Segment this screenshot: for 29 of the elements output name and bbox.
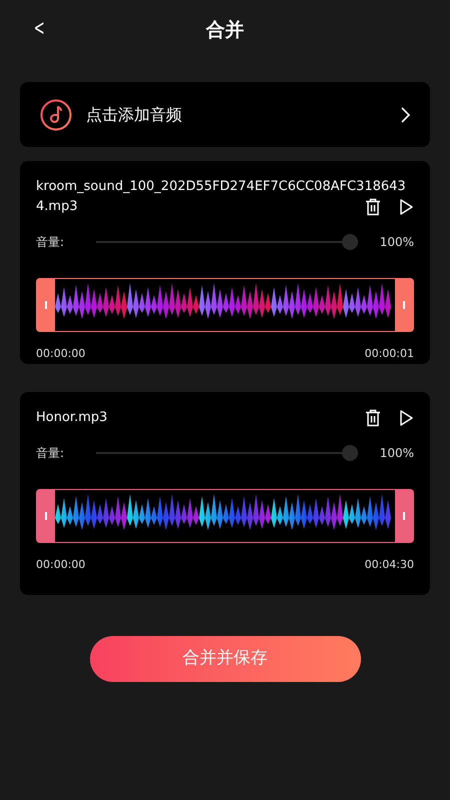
- end-time: 00:04:30: [364, 557, 414, 573]
- add-audio-label: 点击添加音频: [86, 104, 183, 126]
- end-time: 00:00:01: [364, 346, 414, 362]
- play-icon[interactable]: [399, 409, 414, 427]
- trim-handle[interactable]: [395, 490, 413, 542]
- page-title: 合并: [206, 18, 244, 43]
- music-note-icon: [40, 98, 72, 130]
- slider-thumb[interactable]: [342, 234, 358, 250]
- volume-label: 音量:: [36, 234, 66, 251]
- volume-label: 音量:: [36, 445, 66, 462]
- trim-handle[interactable]: [37, 490, 55, 542]
- play-icon[interactable]: [399, 198, 414, 216]
- file-name: kroom_sound_100_202D55FD274EF7C6CC08AFC318643: [36, 178, 406, 196]
- start-time: 00:00:00: [36, 557, 86, 573]
- add-audio-button[interactable]: 点击添加音频: [20, 82, 430, 147]
- chevron-right-icon: [400, 106, 410, 122]
- trim-handle[interactable]: [395, 279, 413, 331]
- volume-slider[interactable]: [96, 445, 358, 461]
- volume-slider[interactable]: [96, 234, 358, 250]
- trash-icon[interactable]: [365, 409, 381, 427]
- slider-thumb[interactable]: [342, 445, 358, 461]
- trim-handle[interactable]: [37, 279, 55, 331]
- trash-icon[interactable]: [365, 198, 381, 216]
- file-name: Honor.mp3: [36, 409, 108, 427]
- file-name: 4.mp3: [36, 198, 78, 216]
- volume-value: 100%: [378, 234, 414, 251]
- start-time: 00:00:00: [36, 346, 86, 362]
- volume-value: 100%: [378, 445, 414, 462]
- back-button[interactable]: <: [31, 14, 48, 44]
